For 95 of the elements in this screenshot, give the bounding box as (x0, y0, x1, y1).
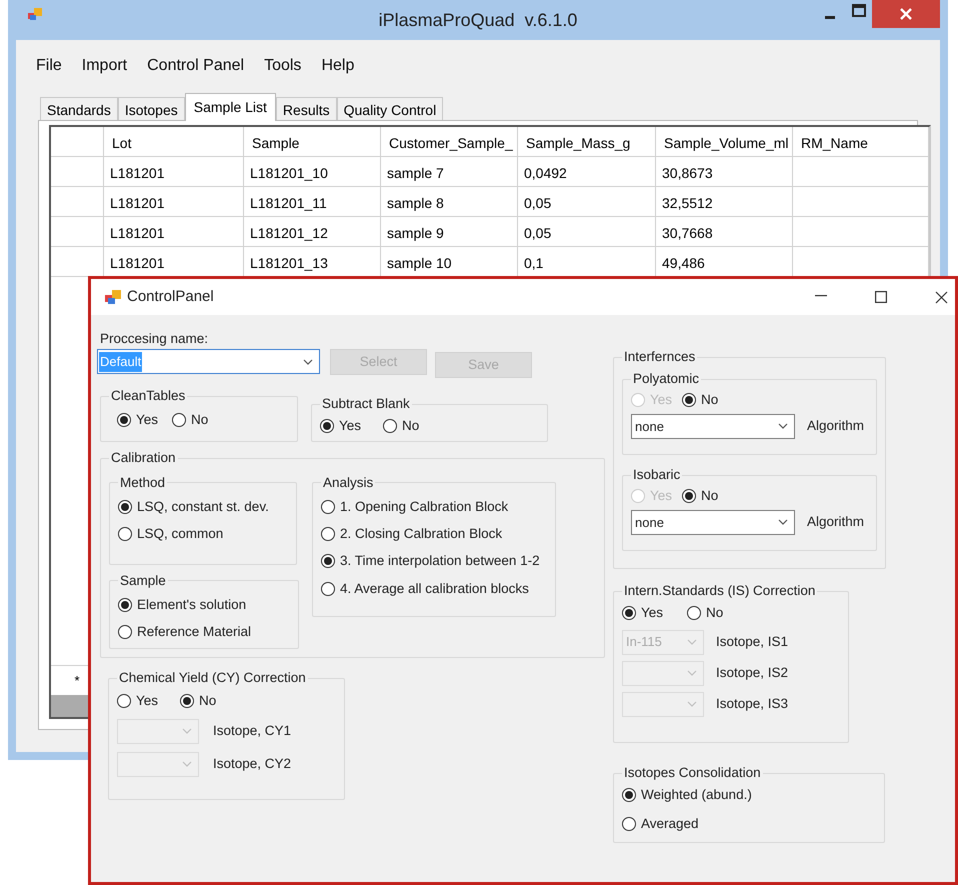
radio-button[interactable]: Yes (117, 690, 158, 711)
column-header[interactable]: Sample_Volume_ml (656, 127, 793, 157)
app-icon (105, 290, 121, 304)
tab[interactable]: Standards (40, 97, 118, 120)
field-label: Algorithm (807, 513, 864, 532)
table-cell: L181201_12 (244, 217, 381, 247)
maximize-icon[interactable] (875, 291, 887, 303)
radio-button[interactable]: Yes (320, 416, 362, 436)
menu-item[interactable]: Tools (256, 54, 310, 78)
table-cell: L181201 (104, 157, 244, 187)
tab[interactable]: Quality Control (336, 97, 444, 120)
chevron-down-icon (303, 358, 313, 365)
radio-button[interactable]: No (383, 416, 420, 436)
column-header[interactable]: Lot (104, 127, 244, 157)
close-button[interactable] (872, 0, 940, 28)
table-cell: L181201 (104, 217, 244, 247)
app-icon (28, 8, 42, 20)
radio-button[interactable]: Yes (622, 603, 664, 624)
tab[interactable]: Results (276, 97, 337, 120)
radio-button[interactable]: 4. Average all calibration blocks (321, 578, 547, 599)
group-title: Subtract Blank (321, 395, 411, 414)
radio-button[interactable]: LSQ, constant st. dev. (118, 496, 288, 517)
maximize-icon[interactable] (852, 4, 866, 17)
table-cell: 0,0492 (518, 157, 656, 187)
column-header[interactable]: Sample (244, 127, 381, 157)
column-header[interactable]: Sample_Mass_g (518, 127, 656, 157)
field-label: Isotope, IS1 (716, 632, 788, 651)
dropdown[interactable]: none (631, 510, 795, 535)
group-title: Calibration (110, 449, 177, 468)
table-cell: 0,05 (518, 217, 656, 247)
table-cell: 32,5512 (656, 187, 793, 217)
table-cell: sample 8 (381, 187, 518, 217)
radio-button[interactable]: Reference Material (118, 622, 290, 642)
radio-button[interactable]: No (172, 410, 208, 430)
tab[interactable]: Sample List (184, 93, 276, 121)
table-cell: L181201 (104, 187, 244, 217)
radio-button[interactable]: Averaged (622, 814, 876, 834)
radio-button[interactable]: No (682, 486, 718, 506)
tab[interactable]: Isotopes (118, 97, 185, 120)
close-icon[interactable] (935, 291, 948, 304)
row-header[interactable] (51, 187, 104, 217)
radio-button[interactable]: 3. Time interpolation between 1-2 (321, 551, 547, 572)
group-title: Chemical Yield (CY) Correction (118, 669, 307, 688)
corner-header (51, 127, 104, 157)
chevron-down-icon (687, 670, 697, 676)
table-cell: sample 7 (381, 157, 518, 187)
group-title: Interfernces (623, 348, 696, 366)
column-header[interactable]: Customer_Sample_ (381, 127, 518, 157)
field-label: Isotope, IS2 (716, 664, 788, 682)
menu-item[interactable]: Help (313, 54, 362, 78)
menu-item[interactable]: Import (74, 54, 136, 78)
table-cell: sample 9 (381, 217, 518, 247)
chevron-down-icon (687, 639, 697, 645)
chevron-down-icon (778, 423, 788, 430)
radio-button[interactable]: Element's solution (118, 594, 290, 615)
field-label: Isotope, IS3 (716, 694, 788, 713)
table-cell: 0,05 (518, 187, 656, 217)
radio-button[interactable]: 2. Closing Calbration Block (321, 524, 547, 544)
group-title: Method (119, 474, 166, 492)
chevron-down-icon (182, 728, 192, 734)
radio-button[interactable]: 1. Opening Calbration Block (321, 496, 547, 517)
radio-button[interactable]: Yes (117, 410, 158, 430)
chevron-down-icon (778, 519, 788, 526)
group-title: Sample (119, 572, 167, 590)
field-label: Isotope, CY2 (213, 755, 292, 774)
menu-item[interactable]: File (28, 54, 70, 78)
table-cell: L181201_10 (244, 157, 381, 187)
group-title: CleanTables (110, 387, 186, 406)
radio-button[interactable]: No (682, 390, 718, 410)
field-label: Isotope, CY1 (213, 722, 292, 740)
field-label: Algorithm (807, 417, 864, 436)
radio-button[interactable]: No (180, 690, 216, 711)
menu-item[interactable]: Control Panel (139, 54, 252, 78)
table-cell: L181201_11 (244, 187, 381, 217)
column-header[interactable]: RM_Name (793, 127, 929, 157)
group-title: Intern.Standards (IS) Correction (623, 582, 816, 600)
radio-button[interactable]: LSQ, common (118, 524, 288, 544)
group-title: Isobaric (632, 466, 682, 484)
table-cell: 30,8673 (656, 157, 793, 187)
row-header[interactable] (51, 217, 104, 247)
radio-button[interactable]: No (687, 603, 724, 624)
table-cell: 30,7668 (656, 217, 793, 247)
group-title: Isotopes Consolidation (623, 764, 762, 782)
window-title: iPlasmaProQuad v.6.1.0 (378, 8, 578, 32)
window-title: ControlPanel (127, 286, 214, 307)
radio-button[interactable]: Weighted (abund.) (622, 785, 876, 806)
chevron-down-icon (182, 761, 192, 768)
chevron-down-icon (687, 701, 697, 707)
dropdown[interactable]: none (631, 414, 795, 439)
field-label: Proccesing name: (100, 330, 210, 348)
row-header[interactable] (51, 157, 104, 187)
close-icon (900, 8, 912, 20)
group-title: Polyatomic (632, 370, 700, 388)
group-title: Analysis (322, 474, 374, 492)
minimize-icon[interactable] (815, 295, 827, 297)
